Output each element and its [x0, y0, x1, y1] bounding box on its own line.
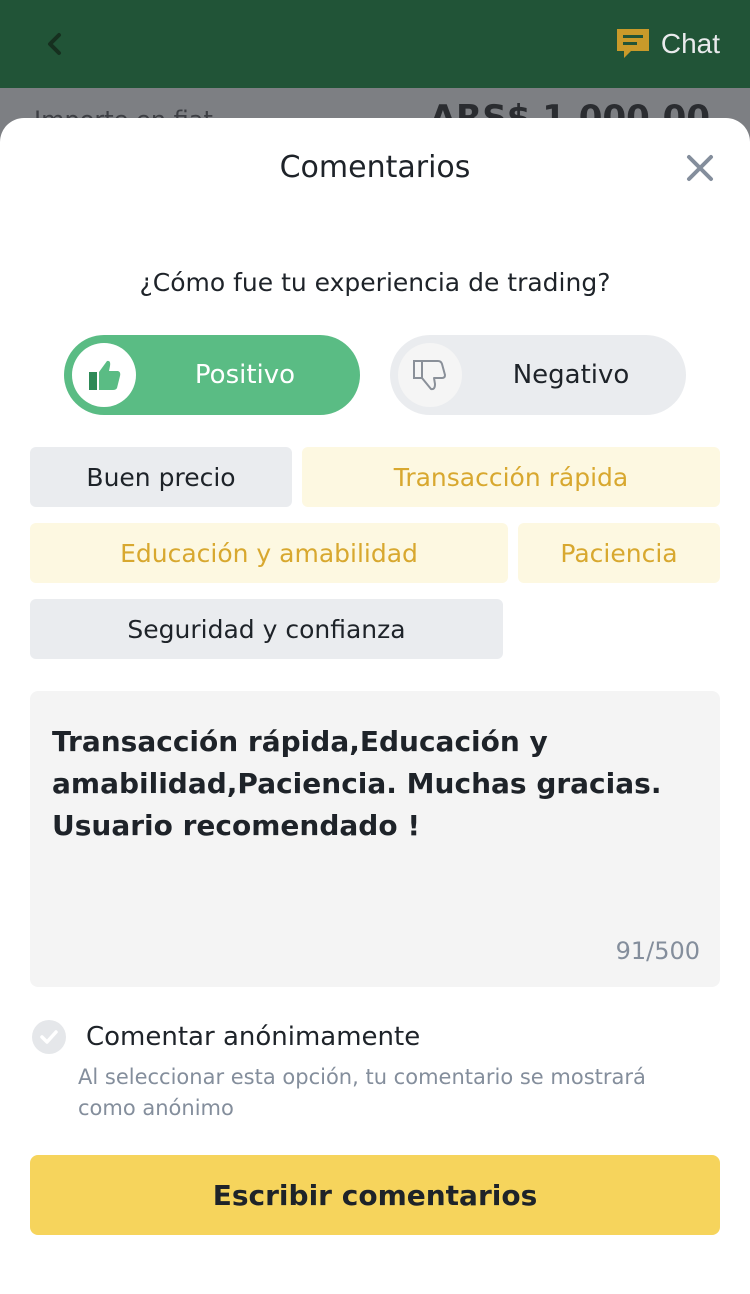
anonymous-checkbox[interactable]: Comentar anónimamente: [32, 1020, 420, 1054]
chat-button[interactable]: Chat: [615, 26, 720, 62]
tag-politeness[interactable]: Educación y amabilidad: [30, 523, 508, 583]
tag-fast-transaction[interactable]: Transacción rápida: [302, 447, 720, 507]
positive-label: Positivo: [194, 360, 296, 390]
anonymous-label: Comentar anónimamente: [86, 1022, 421, 1052]
feedback-sheet: Comentarios ¿Cómo fue tu experiencia de …: [0, 118, 750, 1294]
comment-text: Transacción rápida,Educación y amabilida…: [52, 725, 662, 842]
comment-textarea[interactable]: Transacción rápida,Educación y amabilida…: [30, 691, 720, 987]
thumbs-up-icon: [72, 343, 136, 407]
submit-feedback-button[interactable]: Escribir comentarios: [30, 1155, 720, 1235]
negative-label: Negativo: [512, 360, 630, 390]
experience-question: ¿Cómo fue tu experiencia de trading?: [139, 268, 611, 297]
chevron-left-icon[interactable]: [40, 28, 70, 60]
negative-rating-button[interactable]: Negativo: [390, 335, 686, 415]
app-header: Chat: [0, 0, 750, 88]
sheet-title: Comentarios: [279, 150, 471, 185]
character-counter: 91/500: [615, 937, 700, 965]
anonymous-hint: Al seleccionar esta opción, tu comentari…: [78, 1065, 646, 1120]
close-icon[interactable]: [684, 152, 716, 184]
positive-rating-button[interactable]: Positivo: [64, 335, 360, 415]
check-circle-icon: [32, 1020, 66, 1054]
tag-patience[interactable]: Paciencia: [518, 523, 720, 583]
tag-good-price[interactable]: Buen precio: [30, 447, 292, 507]
thumbs-down-icon: [398, 343, 462, 407]
chat-bubble-icon: [616, 29, 649, 58]
tag-security-trust[interactable]: Seguridad y confianza: [30, 599, 503, 659]
chat-label: Chat: [660, 28, 720, 59]
